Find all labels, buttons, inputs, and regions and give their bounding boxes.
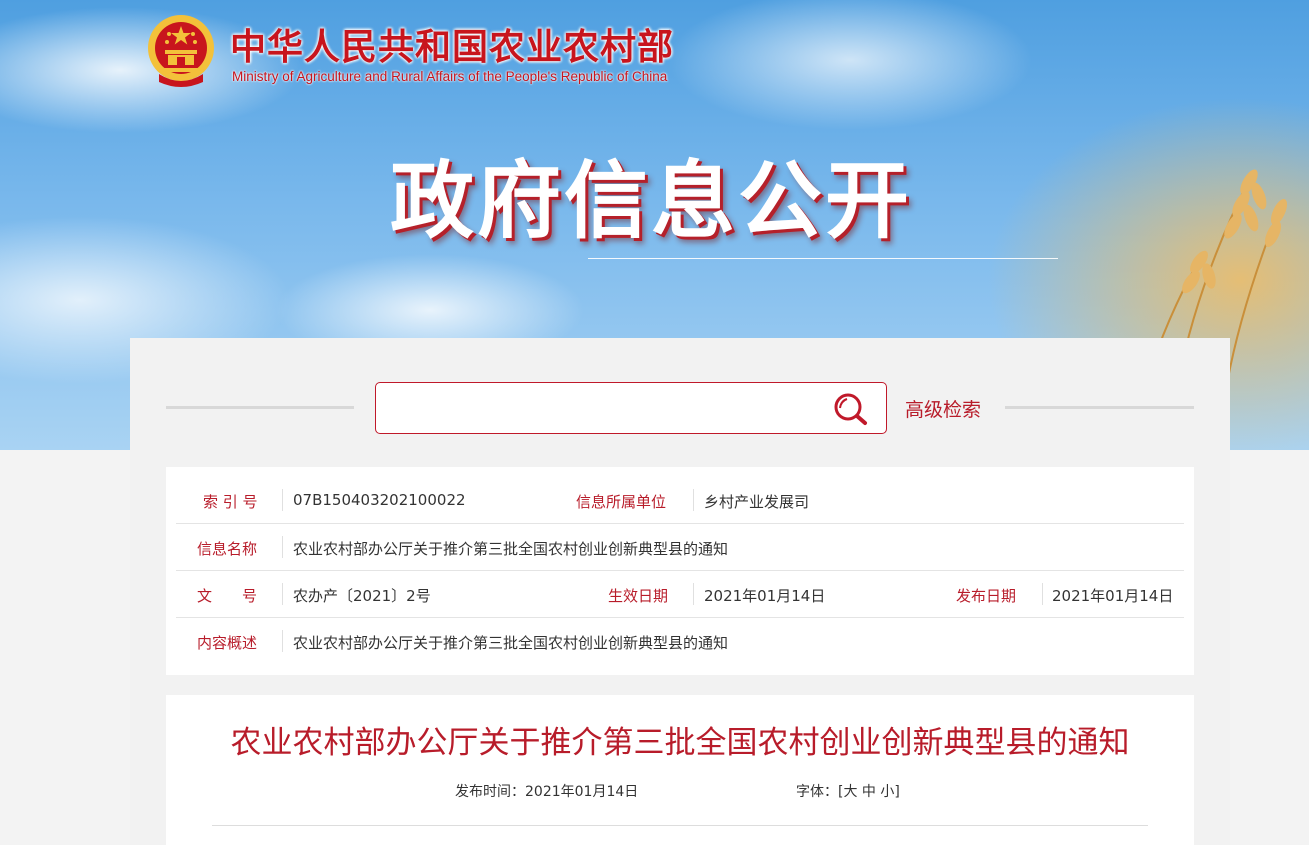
ministry-name-en: Ministry of Agriculture and Rural Affair…	[232, 69, 668, 84]
search-decor-line-right	[1005, 406, 1194, 409]
column-separator	[693, 489, 694, 511]
index-value: 07B150403202100022	[293, 491, 466, 509]
font-size-selector: 字体：[大 中 小]	[796, 781, 900, 801]
unit-value: 乡村产业发展司	[704, 493, 810, 511]
font-size-label: 字体：[	[796, 784, 844, 800]
article-card: 农业农村部办公厅关于推介第三批全国农村创业创新典型县的通知 发布时间：2021年…	[166, 695, 1194, 845]
font-size-close-bracket: ]	[894, 784, 900, 800]
advanced-search-link[interactable]: 高级检索	[905, 395, 981, 422]
search-input[interactable]	[386, 391, 816, 425]
search-box	[375, 382, 887, 434]
index-label: 索 引 号	[203, 493, 258, 511]
search-icon[interactable]	[832, 392, 868, 426]
column-separator	[282, 489, 283, 511]
name-label: 信息名称	[197, 540, 258, 558]
article-divider	[212, 825, 1148, 826]
font-size-small[interactable]: 小	[880, 784, 894, 800]
docno-value: 农办产〔2021〕2号	[293, 587, 431, 605]
info-row-index: 索 引 号 07B150403202100022 信息所属单位 乡村产业发展司	[176, 477, 1184, 524]
unit-label: 信息所属单位	[576, 493, 667, 511]
info-row-name: 信息名称 农业农村部办公厅关于推介第三批全国农村创业创新典型县的通知	[176, 524, 1184, 571]
info-row-docno: 文 号 农办产〔2021〕2号 生效日期 2021年01月14日 发布日期 20…	[176, 571, 1184, 618]
column-separator	[1042, 583, 1043, 605]
summary-label: 内容概述	[197, 634, 258, 652]
effective-date-value: 2021年01月14日	[704, 587, 826, 605]
column-separator	[282, 583, 283, 605]
docno-label: 文 号	[197, 587, 258, 605]
effective-date-label: 生效日期	[608, 587, 669, 605]
font-size-medium[interactable]: 中	[862, 784, 876, 800]
page-title: 政府信息公开	[390, 152, 913, 250]
article-publish-time: 发布时间：2021年01月14日	[455, 784, 639, 800]
column-separator	[282, 630, 283, 652]
search-decor-line-left	[166, 406, 354, 409]
ministry-name-cn: 中华人民共和国农业农村部	[230, 26, 675, 68]
info-row-summary: 内容概述 农业农村部办公厅关于推介第三批全国农村创业创新典型县的通知	[176, 618, 1184, 665]
publish-date-label: 发布日期	[956, 587, 1017, 605]
column-separator	[693, 583, 694, 605]
column-separator	[282, 536, 283, 558]
name-value: 农业农村部办公厅关于推介第三批全国农村创业创新典型县的通知	[293, 540, 729, 558]
main-panel: 高级检索 索 引 号 07B150403202100022 信息所属单位 乡村产…	[130, 338, 1230, 845]
font-size-large[interactable]: 大	[843, 784, 857, 800]
title-divider	[588, 258, 1058, 259]
summary-value: 农业农村部办公厅关于推介第三批全国农村创业创新典型县的通知	[293, 634, 729, 652]
publish-date-value: 2021年01月14日	[1052, 587, 1174, 605]
article-title: 农业农村部办公厅关于推介第三批全国农村创业创新典型县的通知	[230, 725, 1130, 761]
document-info-table: 索 引 号 07B150403202100022 信息所属单位 乡村产业发展司 …	[166, 467, 1194, 675]
national-emblem-icon	[148, 15, 214, 87]
